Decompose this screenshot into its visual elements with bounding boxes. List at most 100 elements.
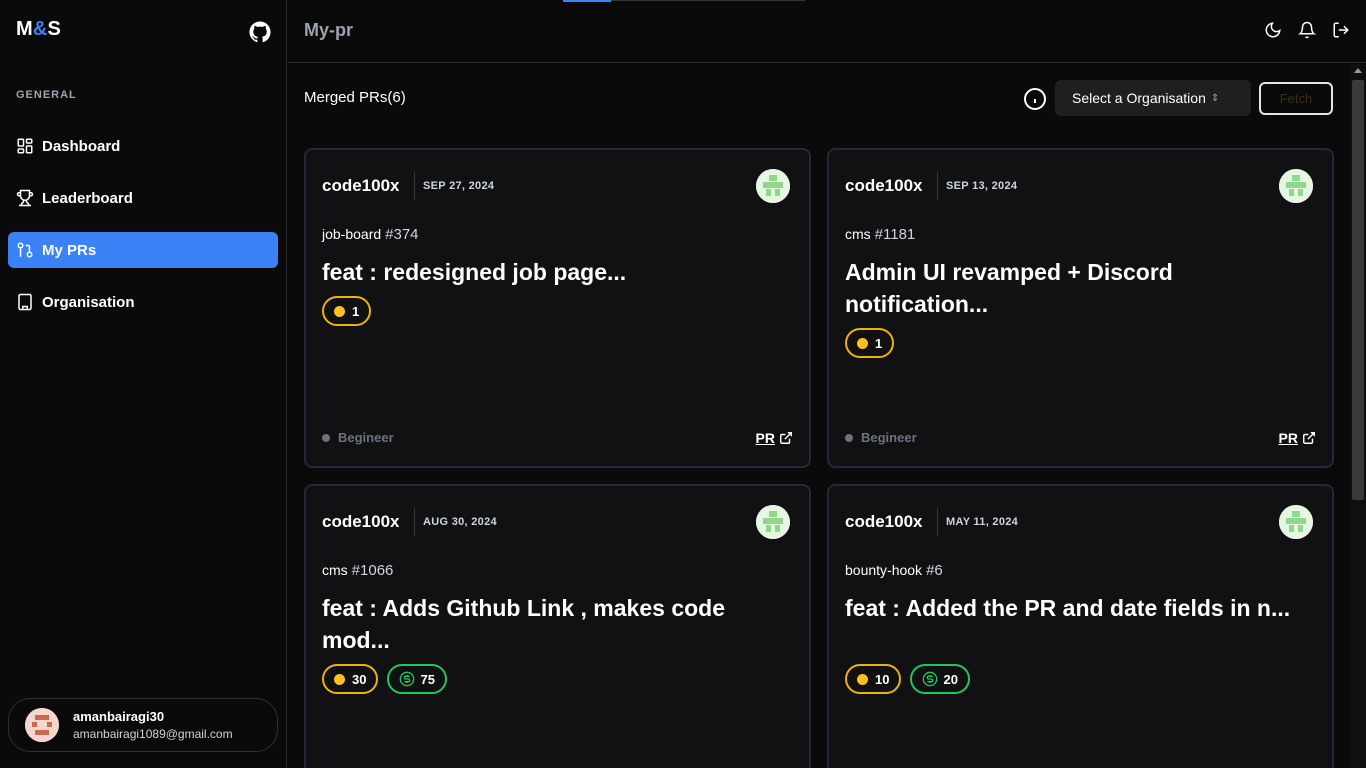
info-icon[interactable] — [1023, 87, 1047, 111]
level-dot-icon — [845, 433, 853, 442]
github-icon[interactable] — [249, 21, 271, 43]
card-level: Begineer — [845, 430, 917, 445]
card-org: code100x — [322, 512, 400, 531]
moon-icon[interactable] — [1264, 21, 1282, 39]
card-avatar[interactable] — [1279, 505, 1313, 539]
brand-logo[interactable]: M&S — [16, 18, 61, 41]
card-badges: 10 20 — [845, 664, 970, 694]
brand-amp: & — [32, 18, 48, 40]
card-date: SEP 13, 2024 — [946, 180, 1018, 192]
building-icon — [16, 293, 34, 311]
user-name: amanbairagi30 — [73, 709, 165, 724]
pr-card[interactable]: code100x MAY 11, 2024 bounty-hook #6 feat… — [827, 484, 1334, 768]
pr-number: #1066 — [351, 562, 394, 579]
pr-card[interactable]: code100x AUG 30, 2024 cms #1066 feat : Ad… — [304, 484, 811, 768]
external-link-icon — [779, 431, 793, 445]
card-badges: 1 — [322, 296, 372, 326]
points-badge: 30 — [322, 664, 379, 694]
points-value: 30 — [352, 671, 367, 687]
points-value: 1 — [352, 303, 360, 319]
pr-link-label: PR — [755, 430, 775, 446]
scroll-up-arrow-icon[interactable] — [1354, 68, 1362, 73]
level-label: Begineer — [861, 430, 917, 445]
sidebar-item-dashboard[interactable]: Dashboard — [8, 128, 278, 164]
dollar-icon — [399, 671, 415, 687]
coin-icon — [857, 673, 868, 685]
pr-card[interactable]: code100x SEP 13, 2024 cms #1181 Admin UI … — [827, 148, 1334, 468]
card-avatar[interactable] — [756, 169, 790, 203]
bounty-value: 75 — [420, 671, 435, 687]
sidebar-item-leaderboard[interactable]: Leaderboard — [8, 180, 278, 216]
sidebar-nav: Dashboard Leaderboard My PRs Organisatio… — [8, 128, 278, 336]
chevron-up-down-icon: ⇕ — [1210, 92, 1220, 104]
points-value: 1 — [875, 335, 883, 351]
page-title: My-pr — [304, 20, 353, 40]
repo-name: cms — [322, 562, 348, 578]
card-title: feat : Added the PR and date fields in n… — [845, 595, 1291, 621]
loading-bar-track — [611, 0, 805, 1]
dashboard-icon — [16, 137, 34, 155]
logout-icon[interactable] — [1332, 21, 1350, 39]
points-value: 10 — [875, 671, 890, 687]
card-date: MAY 11, 2024 — [946, 516, 1019, 528]
card-separator — [414, 172, 415, 200]
pr-number: #6 — [926, 562, 943, 579]
bounty-value: 20 — [943, 671, 958, 687]
card-date: AUG 30, 2024 — [423, 516, 497, 528]
trophy-icon — [16, 189, 34, 207]
sidebar-item-label: Leaderboard — [42, 189, 133, 207]
brand-right: S — [47, 18, 62, 40]
points-badge: 10 — [845, 664, 902, 694]
user-email: amanbairagi1089@gmail.com — [73, 727, 233, 741]
coin-icon — [334, 305, 345, 317]
card-badges: 1 — [845, 328, 895, 358]
user-profile-card[interactable]: amanbairagi30 amanbairagi1089@gmail.com — [8, 698, 278, 752]
scroll-thumb[interactable] — [1352, 80, 1364, 500]
card-separator — [414, 508, 415, 536]
organisation-select[interactable]: Select a Organisation ⇕ — [1055, 80, 1251, 116]
dollar-icon — [922, 671, 938, 687]
card-title: feat : redesigned job page... — [322, 259, 627, 285]
sidebar-item-label: My PRs — [42, 241, 97, 259]
pr-link[interactable]: PR — [1279, 430, 1316, 446]
sidebar: M&S GENERAL Dashboard Leaderboard My PRs… — [0, 0, 287, 768]
coin-icon — [857, 337, 868, 349]
fetch-button[interactable]: Fetch — [1259, 82, 1333, 115]
external-link-icon — [1302, 431, 1316, 445]
bounty-badge: 20 — [910, 664, 970, 694]
points-badge: 1 — [322, 296, 372, 326]
card-repo: cms #1066 — [322, 562, 393, 579]
bounty-badge: 75 — [387, 664, 447, 694]
card-repo: cms #1181 — [845, 226, 915, 243]
card-separator — [937, 508, 938, 536]
user-avatar — [25, 708, 59, 742]
card-avatar[interactable] — [1279, 169, 1313, 203]
card-org: code100x — [322, 176, 400, 195]
topbar-actions — [1264, 21, 1350, 39]
card-repo: bounty-hook #6 — [845, 562, 943, 579]
repo-name: bounty-hook — [845, 562, 923, 578]
sidebar-item-label: Organisation — [42, 293, 135, 311]
main-content: Merged PRs(6) Select a Organisation ⇕ Fe… — [288, 64, 1350, 768]
card-date: SEP 27, 2024 — [423, 180, 495, 192]
pr-card[interactable]: code100x SEP 27, 2024 job-board #374 feat… — [304, 148, 811, 468]
points-badge: 1 — [845, 328, 895, 358]
pr-link[interactable]: PR — [756, 430, 793, 446]
level-dot-icon — [322, 433, 330, 442]
card-repo: job-board #374 — [322, 226, 419, 243]
card-level: Begineer — [322, 430, 394, 445]
sidebar-item-label: Dashboard — [42, 137, 121, 155]
user-info: amanbairagi30 amanbairagi1089@gmail.com — [73, 709, 233, 741]
pr-link-label: PR — [1278, 430, 1298, 446]
pr-number: #1181 — [874, 226, 916, 243]
card-avatar[interactable] — [756, 505, 790, 539]
sidebar-item-organisation[interactable]: Organisation — [8, 284, 278, 320]
level-label: Begineer — [338, 430, 394, 445]
loading-bar — [563, 0, 611, 2]
scrollbar[interactable] — [1350, 64, 1366, 768]
bell-icon[interactable] — [1298, 21, 1316, 39]
app: M&S GENERAL Dashboard Leaderboard My PRs… — [0, 0, 1366, 768]
pr-number: #374 — [385, 226, 419, 243]
sidebar-item-my-prs[interactable]: My PRs — [8, 232, 278, 268]
organisation-select-label: Select a Organisation — [1072, 90, 1206, 106]
